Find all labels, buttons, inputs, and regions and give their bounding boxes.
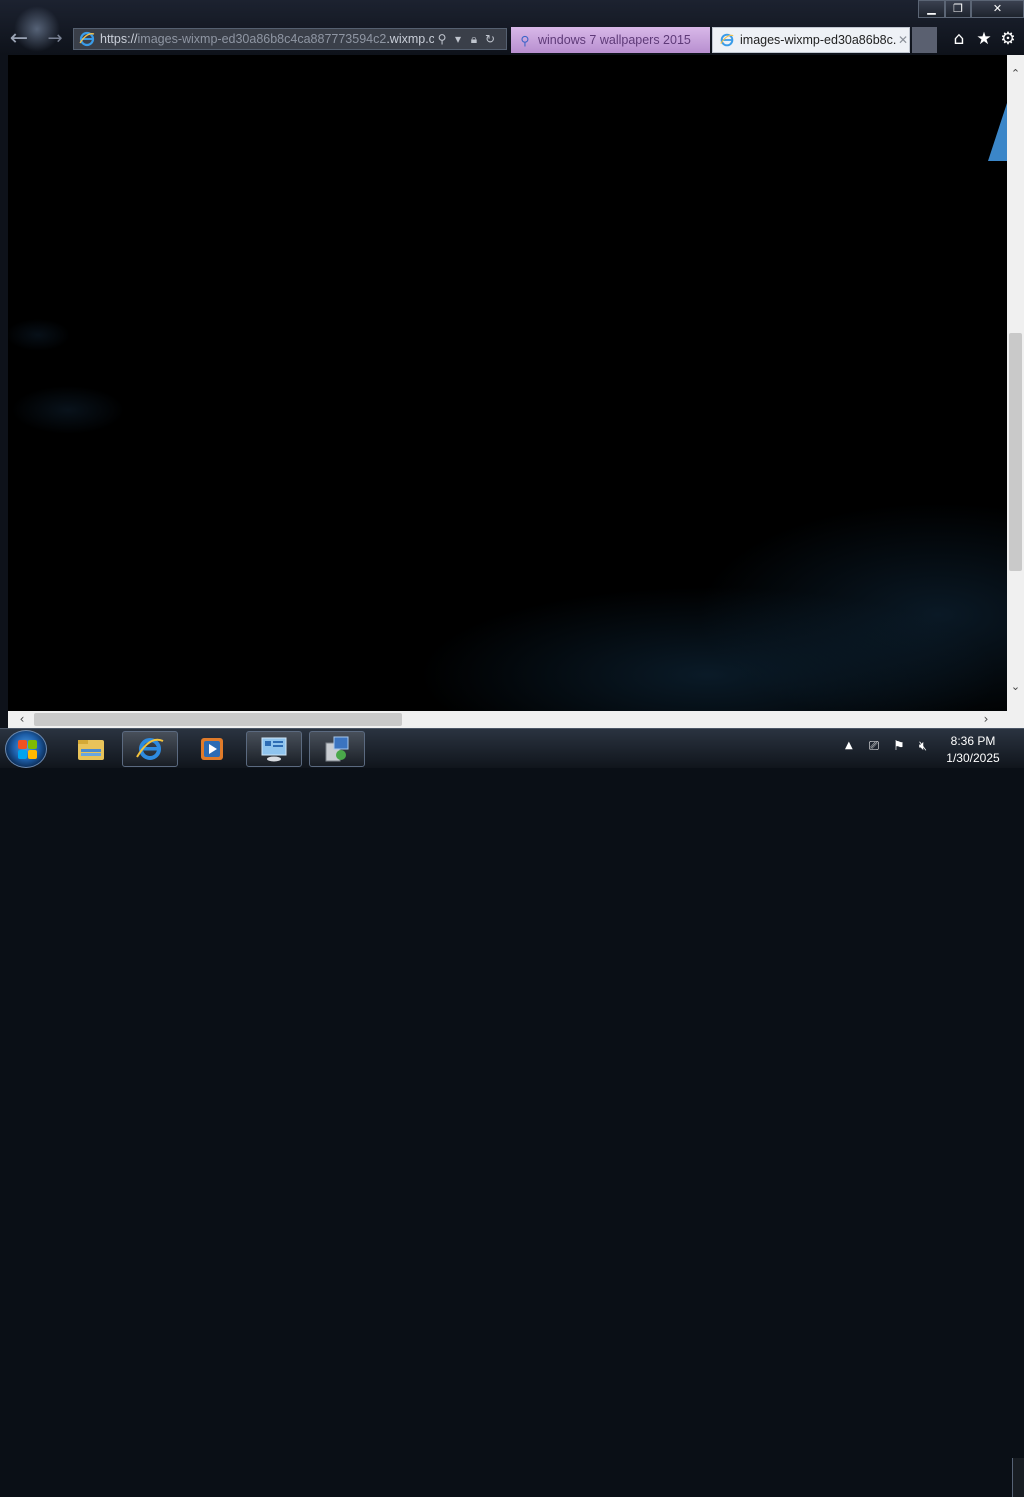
start-button[interactable] <box>5 730 47 768</box>
address-url[interactable]: https://images-wixmp-ed30a86b8c4ca887773… <box>100 32 434 46</box>
internet-explorer-icon <box>136 738 164 760</box>
taskbar-explorer[interactable] <box>63 731 119 767</box>
refresh-icon[interactable]: ↻ <box>482 32 498 46</box>
clock-time: 8:36 PM <box>950 734 996 748</box>
volume-muted-icon[interactable]: 🔇︎ <box>915 739 931 755</box>
windows-logo-icon <box>18 740 37 759</box>
tools-icon[interactable]: ⚙ <box>997 28 1019 50</box>
scroll-down-icon[interactable]: ⌄ <box>1007 680 1024 696</box>
horizontal-scroll-thumb[interactable] <box>34 713 402 726</box>
network-icon[interactable]: ⎚ <box>866 739 882 755</box>
ie-page-icon <box>79 31 95 47</box>
url-host-prefix: images-wixmp-ed30a86b8c4ca887773594c2 <box>137 32 387 46</box>
action-center-flag-icon[interactable]: ⚑ <box>891 739 907 755</box>
tab-search-results[interactable]: ⚲ windows 7 wallpapers 2015 de... <box>511 27 710 53</box>
tab-label: windows 7 wallpapers 2015 de... <box>538 33 694 47</box>
clock-date: 1/30/2025 <box>946 751 1000 765</box>
scroll-left-icon[interactable]: ‹ <box>14 711 30 728</box>
wallpaper-image <box>8 55 1007 712</box>
vertical-scrollbar[interactable]: ⌃ ⌄ <box>1007 55 1024 712</box>
setup-installer-icon <box>325 736 349 762</box>
ie-page-icon <box>720 33 734 47</box>
new-tab-button[interactable] <box>912 27 937 53</box>
minimize-button[interactable]: ▁ <box>918 0 945 18</box>
url-scheme: https:// <box>100 32 138 46</box>
home-icon[interactable]: ⌂ <box>948 28 970 50</box>
restore-button[interactable]: ❐ <box>945 0 971 18</box>
scrollbar-corner <box>1007 711 1024 728</box>
dropdown-arrow-icon[interactable]: ▾ <box>450 32 466 46</box>
control-panel-icon <box>261 737 287 762</box>
vertical-scroll-thumb[interactable] <box>1009 333 1022 571</box>
scroll-up-icon[interactable]: ⌃ <box>1007 67 1024 83</box>
close-window-button[interactable]: ✕ <box>971 0 1024 18</box>
taskbar-setup-program[interactable] <box>309 731 365 767</box>
browser-toolbar: ← → https://images-wixmp-ed30a86b8c4ca88… <box>0 0 1024 55</box>
window-caption-buttons: ▁ ❐ ✕ <box>918 0 1024 19</box>
taskbar-internet-explorer[interactable] <box>122 731 178 767</box>
close-tab-icon[interactable]: ✕ <box>898 33 908 47</box>
taskbar-media-player[interactable] <box>184 731 240 767</box>
back-button[interactable]: ← <box>6 27 32 53</box>
tray-overflow-icon[interactable]: ▲ <box>845 740 853 751</box>
folder-icon <box>78 740 104 760</box>
forward-button[interactable]: → <box>42 27 68 53</box>
tab-image[interactable]: images-wixmp-ed30a86b8c... ✕ <box>712 27 910 53</box>
media-player-icon <box>201 738 223 760</box>
lock-icon[interactable]: 🔒︎ <box>466 32 482 47</box>
horizontal-scrollbar[interactable]: ‹ › <box>8 711 1007 728</box>
browser-window: ← → https://images-wixmp-ed30a86b8c4ca88… <box>0 0 1024 728</box>
taskbar-clock[interactable]: 8:36 PM 1/30/2025 <box>938 733 1008 767</box>
taskbar-control-panel[interactable] <box>246 731 302 767</box>
search-icon: ⚲ <box>520 32 530 48</box>
page-content-image[interactable] <box>8 55 1007 712</box>
favorites-icon[interactable]: ★ <box>973 28 995 50</box>
tab-label: images-wixmp-ed30a86b8c... <box>740 33 896 47</box>
wallpaper-logo-fragment <box>988 103 1007 161</box>
scroll-right-icon[interactable]: › <box>978 711 994 728</box>
search-icon[interactable]: ⚲ <box>434 32 450 46</box>
show-desktop-button[interactable] <box>1012 1458 1024 1497</box>
url-host-suffix: .wixmp.com/ <box>386 32 434 46</box>
address-bar[interactable]: https://images-wixmp-ed30a86b8c4ca887773… <box>73 28 507 50</box>
